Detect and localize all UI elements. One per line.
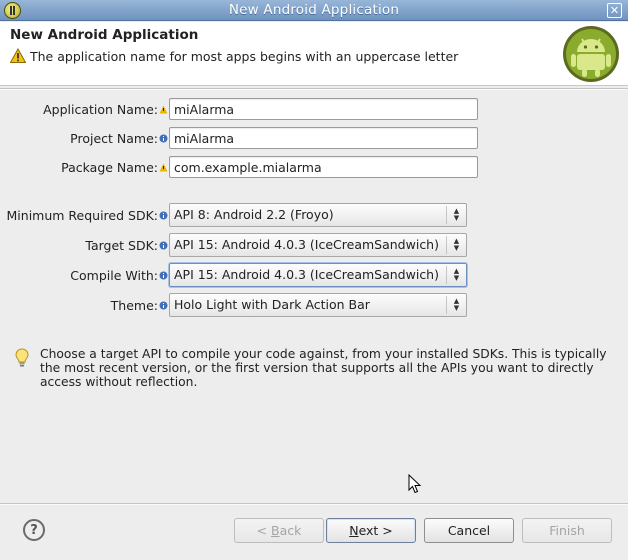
close-window-button[interactable]: ✕ (607, 3, 622, 18)
package-name-label: Package Name: (61, 159, 158, 175)
target-sdk-select[interactable]: API 15: Android 4.0.3 (IceCreamSandwich)… (169, 233, 467, 257)
chevron-up-down-icon: ▲ ▼ (446, 236, 466, 254)
info-decoration-icon (159, 241, 168, 249)
info-decoration-icon (159, 271, 168, 279)
theme-select[interactable]: Holo Light with Dark Action Bar ▲ ▼ (169, 293, 467, 317)
field-description: Choose a target API to compile your code… (14, 347, 614, 389)
minimum-sdk-row: Minimum Required SDK: API 8: Android 2.2… (0, 203, 467, 227)
wizard-header: New Android Application The application … (0, 22, 628, 86)
project-name-input[interactable] (169, 127, 478, 149)
window-titlebar: New Android Application ✕ (0, 0, 628, 21)
lightbulb-icon (15, 348, 29, 367)
project-name-label: Project Name: (70, 130, 158, 146)
info-decoration-icon (159, 134, 168, 142)
theme-label: Theme: (110, 297, 158, 313)
chevron-up-down-icon: ▲ ▼ (446, 296, 466, 314)
info-decoration-icon (159, 301, 168, 309)
warning-icon (10, 48, 26, 63)
target-sdk-value: API 15: Android 4.0.3 (IceCreamSandwich) (174, 237, 439, 252)
minimum-sdk-label: Minimum Required SDK: (6, 207, 158, 223)
warning-decoration-icon (159, 105, 168, 113)
back-button[interactable]: < Back (234, 518, 324, 543)
theme-row: Theme: Holo Light with Dark Action Bar ▲… (0, 293, 467, 317)
warning-decoration-icon (159, 163, 168, 171)
window-title: New Android Application (228, 2, 400, 18)
android-logo-icon (563, 26, 619, 82)
help-icon: ? (30, 522, 38, 538)
validation-message: The application name for most apps begin… (10, 48, 458, 64)
application-name-row: Application Name: (0, 98, 478, 120)
chevron-up-down-icon: ▲ ▼ (446, 206, 466, 224)
package-name-input[interactable] (169, 156, 478, 178)
compile-with-select[interactable]: API 15: Android 4.0.3 (IceCreamSandwich)… (169, 263, 467, 287)
package-name-row: Package Name: (0, 156, 478, 178)
field-description-text: Choose a target API to compile your code… (40, 347, 607, 389)
minimum-sdk-select[interactable]: API 8: Android 2.2 (Froyo) ▲ ▼ (169, 203, 467, 227)
header-separator (0, 88, 628, 90)
chevron-up-down-icon: ▲ ▼ (446, 266, 466, 284)
application-name-label: Application Name: (43, 101, 158, 117)
project-name-row: Project Name: (0, 127, 478, 149)
application-name-input[interactable] (169, 98, 478, 120)
theme-value: Holo Light with Dark Action Bar (174, 297, 370, 312)
next-button[interactable]: Next > (326, 518, 416, 543)
footer-separator (0, 503, 628, 505)
compile-with-value: API 15: Android 4.0.3 (IceCreamSandwich) (174, 267, 439, 282)
help-button[interactable]: ? (23, 519, 45, 541)
info-decoration-icon (159, 211, 168, 219)
page-title: New Android Application (10, 27, 199, 43)
validation-message-text: The application name for most apps begin… (30, 48, 459, 64)
mouse-pointer-icon (408, 474, 422, 494)
target-sdk-label: Target SDK: (85, 237, 158, 253)
close-icon: ✕ (609, 4, 620, 17)
compile-with-label: Compile With: (70, 267, 158, 283)
finish-button[interactable]: Finish (522, 518, 612, 543)
cancel-button[interactable]: Cancel (424, 518, 514, 543)
minimum-sdk-value: API 8: Android 2.2 (Froyo) (174, 207, 334, 222)
compile-with-row: Compile With: API 15: Android 4.0.3 (Ice… (0, 263, 467, 287)
target-sdk-row: Target SDK: API 15: Android 4.0.3 (IceCr… (0, 233, 467, 257)
